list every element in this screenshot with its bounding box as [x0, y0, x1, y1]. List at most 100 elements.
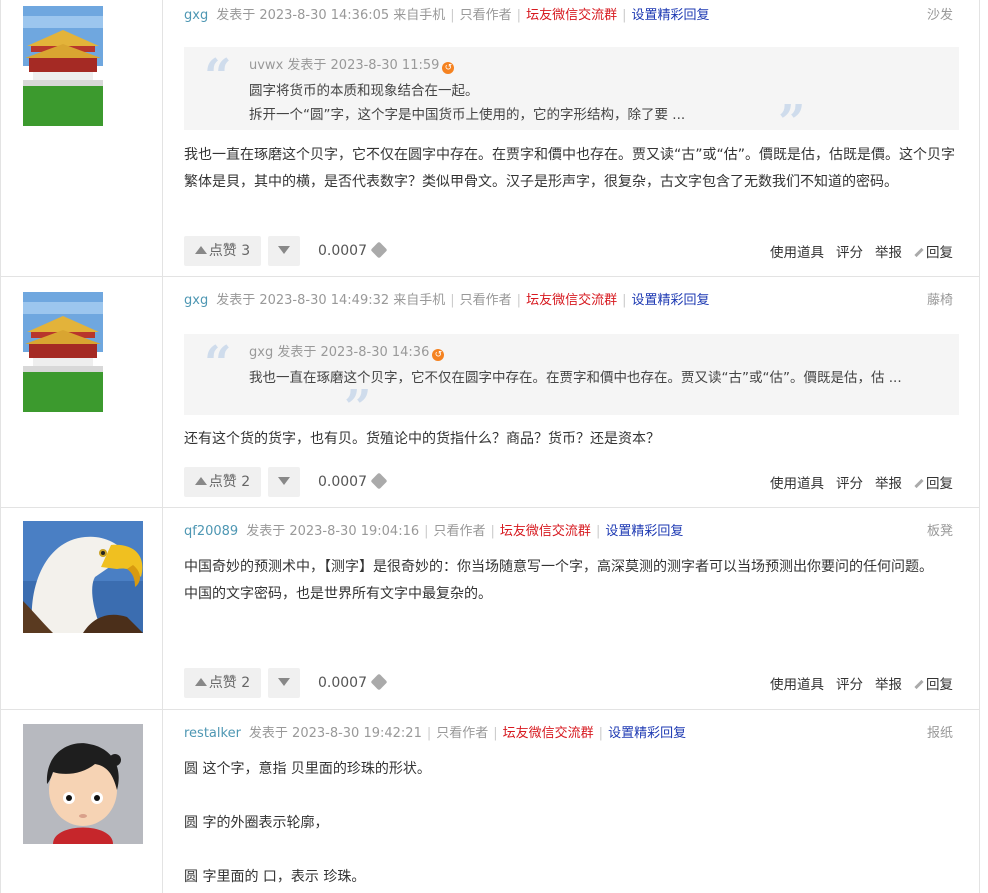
post-tools: 使用道具 评分 举报 回复	[758, 469, 953, 499]
arrow-up-icon	[194, 477, 207, 485]
post-body: qf20089 发表于 2023-8-30 19:04:16 | 只看作者 | 坛友微信交…	[184, 508, 959, 709]
avatar[interactable]	[23, 292, 103, 412]
post-body: restalker 发表于 2023-8-30 19:42:21 | 只看作者 | 坛友微…	[184, 710, 959, 893]
post-body: gxg 发表于 2023-8-30 14:36:05 来自手机 | 只看作者 | 坛友微信…	[184, 0, 959, 276]
post-meta: qf20089 发表于 2023-8-30 19:04:16 | 只看作者 | 坛友微信交…	[184, 520, 959, 539]
reply-link[interactable]: 回复	[914, 245, 953, 261]
only-author-link[interactable]: 只看作者	[460, 293, 512, 308]
only-author-link[interactable]: 只看作者	[434, 524, 486, 539]
post-actions: 点赞 2 0.0007 使用道具 评分 举报 回复	[184, 668, 959, 700]
floor-label[interactable]: 沙发	[927, 4, 953, 23]
use-item-link[interactable]: 使用道具	[770, 245, 824, 261]
author-link[interactable]: gxg	[184, 293, 208, 308]
post-sidebar	[1, 508, 163, 709]
avatar[interactable]	[23, 724, 143, 844]
post-sidebar	[1, 277, 163, 507]
post-time: 发表于 2023-8-30 19:42:21	[248, 726, 422, 741]
score: 0.0007	[318, 467, 388, 497]
pencil-icon	[914, 247, 924, 258]
post-3: qf20089 发表于 2023-8-30 19:04:16 | 只看作者 | 坛友微信交…	[1, 508, 979, 710]
pencil-icon	[914, 478, 924, 489]
coin-icon	[370, 241, 388, 259]
open-quote-icon: “	[204, 336, 232, 392]
close-quote-icon: ”	[344, 380, 372, 436]
report-link[interactable]: 举报	[875, 677, 902, 693]
coin-icon	[370, 472, 388, 490]
score: 0.0007	[318, 668, 388, 698]
avatar[interactable]	[23, 521, 143, 633]
post-actions: 点赞 3 0.0007 使用道具 评分 举报 回复	[184, 236, 959, 268]
arrow-up-icon	[194, 678, 207, 686]
jump-to-quote-icon[interactable]: ↺	[432, 349, 445, 361]
floor-label[interactable]: 板凳	[927, 520, 953, 539]
post-time: 发表于 2023-8-30 14:49:32 来自手机	[216, 293, 446, 308]
quote-block: “ uvwx 发表于 2023-8-30 11:59 ↺ 圆字将货币的本质和现象结…	[184, 47, 959, 147]
arrow-up-icon	[194, 246, 207, 254]
thread: gxg 发表于 2023-8-30 14:36:05 来自手机 | 只看作者 | 坛友微信…	[0, 0, 980, 893]
post-time: 发表于 2023-8-30 14:36:05 来自手机	[216, 8, 446, 23]
close-quote-icon: ”	[778, 95, 806, 151]
post-body: gxg 发表于 2023-8-30 14:49:32 来自手机 | 只看作者 | 坛友微信…	[184, 277, 959, 507]
set-featured-link[interactable]: 设置精彩回复	[631, 8, 709, 23]
post-2: gxg 发表于 2023-8-30 14:49:32 来自手机 | 只看作者 | 坛友微信…	[1, 277, 979, 508]
only-author-link[interactable]: 只看作者	[436, 726, 488, 741]
quote-block: “ gxg 发表于 2023-8-30 14:36 ↺ 我也一直在琢磨这个贝字，它…	[184, 334, 959, 432]
palace-avatar-image	[23, 292, 103, 412]
post-content: 我也一直在琢磨这个贝字，它不仅在圆字中存在。在贾字和價中也存在。贾又读“古”或“…	[184, 147, 956, 190]
cartoon-boy-avatar-image	[23, 724, 143, 844]
floor-label[interactable]: 藤椅	[927, 289, 953, 308]
post-tools: 使用道具 评分 举报 回复	[758, 238, 953, 268]
rate-link[interactable]: 评分	[836, 245, 863, 261]
wechat-group-link[interactable]: 坛友微信交流群	[526, 8, 617, 23]
pencil-icon	[914, 679, 924, 690]
score: 0.0007	[318, 236, 388, 266]
post-sidebar	[1, 0, 163, 276]
post-content: 还有这个货的货字，也有贝。货殖论中的货指什么？商品？货币？还是资本？	[184, 431, 660, 447]
wechat-group-link[interactable]: 坛友微信交流群	[526, 293, 617, 308]
avatar[interactable]	[23, 6, 103, 126]
author-link[interactable]: gxg	[184, 8, 208, 23]
post-meta: gxg 发表于 2023-8-30 14:36:05 来自手机 | 只看作者 | 坛友微信…	[184, 4, 959, 23]
rate-link[interactable]: 评分	[836, 476, 863, 492]
use-item-link[interactable]: 使用道具	[770, 677, 824, 693]
arrow-down-icon	[278, 477, 290, 485]
reply-link[interactable]: 回复	[914, 677, 953, 693]
wechat-group-link[interactable]: 坛友微信交流群	[500, 524, 591, 539]
set-featured-link[interactable]: 设置精彩回复	[631, 293, 709, 308]
reply-link[interactable]: 回复	[914, 476, 953, 492]
post-content: 圆 这个字，意指 贝里面的珍珠的形状。 圆 字的外圈表示轮廓， 圆 字里面的 口…	[184, 761, 431, 885]
post-sidebar	[1, 710, 163, 893]
dislike-button[interactable]	[268, 467, 300, 497]
dislike-button[interactable]	[268, 236, 300, 266]
author-link[interactable]: qf20089	[184, 524, 238, 539]
post-tools: 使用道具 评分 举报 回复	[758, 670, 953, 700]
set-featured-link[interactable]: 设置精彩回复	[605, 524, 683, 539]
floor-label[interactable]: 报纸	[927, 722, 953, 741]
post-1: gxg 发表于 2023-8-30 14:36:05 来自手机 | 只看作者 | 坛友微信…	[1, 0, 979, 277]
rate-link[interactable]: 评分	[836, 677, 863, 693]
report-link[interactable]: 举报	[875, 245, 902, 261]
wechat-group-link[interactable]: 坛友微信交流群	[503, 726, 594, 741]
post-meta: restalker 发表于 2023-8-30 19:42:21 | 只看作者 | 坛友微…	[184, 722, 959, 741]
report-link[interactable]: 举报	[875, 476, 902, 492]
post-content: 中国奇妙的预测术中，【测字】是很奇妙的：你当场随意写一个字，高深莫测的测字者可以…	[184, 559, 933, 602]
quote-header: uvwx 发表于 2023-8-30 11:59 ↺	[249, 54, 455, 78]
author-link[interactable]: restalker	[184, 726, 241, 741]
open-quote-icon: “	[204, 49, 232, 105]
set-featured-link[interactable]: 设置精彩回复	[608, 726, 686, 741]
like-button[interactable]: 点赞 2	[184, 668, 261, 698]
like-button[interactable]: 点赞 2	[184, 467, 261, 497]
quote-header: gxg 发表于 2023-8-30 14:36 ↺	[249, 341, 445, 365]
eagle-avatar-image	[23, 521, 143, 633]
jump-to-quote-icon[interactable]: ↺	[442, 62, 455, 74]
post-actions: 点赞 2 0.0007 使用道具 评分 举报 回复	[184, 467, 959, 499]
post-meta: gxg 发表于 2023-8-30 14:49:32 来自手机 | 只看作者 | 坛友微信…	[184, 289, 959, 308]
quote-text: 圆字将货币的本质和现象结合在一起。 拆开一个“圆”字，这个字是中国货币上使用的，…	[249, 83, 686, 123]
only-author-link[interactable]: 只看作者	[460, 8, 512, 23]
coin-icon	[370, 673, 388, 691]
dislike-button[interactable]	[268, 668, 300, 698]
arrow-down-icon	[278, 678, 290, 686]
like-button[interactable]: 点赞 3	[184, 236, 261, 266]
use-item-link[interactable]: 使用道具	[770, 476, 824, 492]
palace-avatar-image	[23, 6, 103, 126]
